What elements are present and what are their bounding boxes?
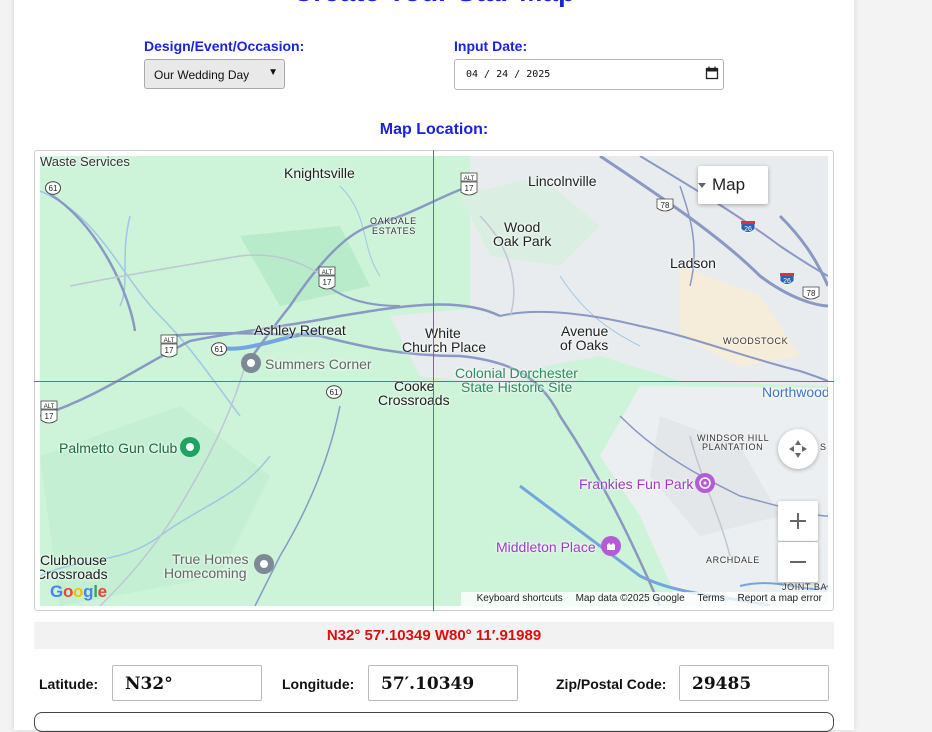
google-logo[interactable]: Google [50,582,107,602]
plus-icon [790,513,806,529]
date-value: 04 / 24 / 2025 [466,69,551,80]
next-section-box [34,712,834,732]
place-label: ARCHDALE [706,555,760,565]
place-label: PLANTATION [702,442,764,452]
calendar-icon[interactable] [705,66,719,83]
page-title: Create Your Star Map [14,0,854,8]
rotate-icon [789,440,807,458]
date-input[interactable]: 04 / 24 / 2025 [454,59,724,90]
chevron-down-icon: ▼ [268,67,278,78]
zoom-in-button[interactable] [778,501,818,541]
place-label: S [820,442,827,452]
place-label: Lincolnville [528,173,597,189]
latitude-label: Latitude: [39,676,99,692]
route-number: ALT [164,338,175,344]
map-type-label: Map [712,175,746,194]
design-select[interactable]: Our Wedding Day ▼ [144,59,285,89]
route-number: 78 [807,289,816,298]
place-label: Ladson [670,255,716,271]
route-number: 26 [744,226,752,233]
place-label: JOINT BA [782,582,828,592]
place-label: Knightsville [284,165,355,181]
poi-label[interactable]: Homecoming [164,565,246,581]
route-number: 17 [465,184,474,193]
place-label: OAKDALE [370,216,417,226]
zip-input[interactable]: 29485 [679,665,829,701]
place-label: Northwood [762,384,828,400]
place-label: Oak Park [493,233,552,249]
poi-label[interactable]: Middleton Place [496,539,596,555]
terms-link[interactable]: Terms [698,593,725,604]
minus-icon [790,561,806,563]
design-select-value: Our Wedding Day [154,68,250,82]
route-number: ALT [44,404,55,410]
longitude-label: Longitude: [282,676,355,692]
place-label: Waste Services [40,156,130,169]
place-label: of Oaks [560,337,609,353]
coordinates-display: N32° 57′.10349 W80° 11′.91989 [34,622,834,649]
poi-label[interactable]: Palmetto Gun Club [59,440,177,456]
route-number: 78 [661,201,670,210]
route-number: 61 [330,388,339,397]
longitude-input[interactable]: 57′.10349 [368,665,518,701]
route-number: ALT [322,270,333,276]
date-label: Input Date: [454,38,528,54]
poi-label[interactable]: Summers Corner [265,356,372,372]
map-location-label: Map Location: [379,121,489,138]
map-data-text: Map data ©2025 Google [575,593,685,604]
route-number: 26 [783,278,791,285]
keyboard-shortcuts-link[interactable]: Keyboard shortcuts [477,593,563,604]
chevron-down-icon [698,183,706,188]
map-type-button[interactable]: Map [698,166,768,204]
place-label: Crossroads [40,566,108,582]
report-error-link[interactable]: Report a map error [738,593,822,604]
poi-label[interactable]: Frankies Fun Park [579,476,693,492]
latitude-input[interactable]: N32° [112,665,262,701]
design-label: Design/Event/Occasion: [144,38,305,54]
place-label: Church Place [402,339,487,355]
route-number: ALT [464,176,475,182]
route-number: 61 [215,345,224,354]
place-label: WOODSTOCK [723,336,789,346]
route-number: 17 [45,412,54,421]
crosshair-horizontal [34,381,834,382]
street-view-rotate-button[interactable] [778,429,818,469]
route-number: 61 [49,184,58,193]
place-label: ESTATES [372,226,416,236]
place-label: Ashley Retreat [254,322,346,338]
zoom-out-button[interactable] [778,542,818,582]
route-number: 17 [323,278,332,287]
map-attribution: Keyboard shortcuts Map data ©2025 Google… [460,592,828,606]
zip-label: Zip/Postal Code: [556,676,667,692]
route-number: 17 [165,346,174,355]
place-label: Crossroads [378,392,450,408]
